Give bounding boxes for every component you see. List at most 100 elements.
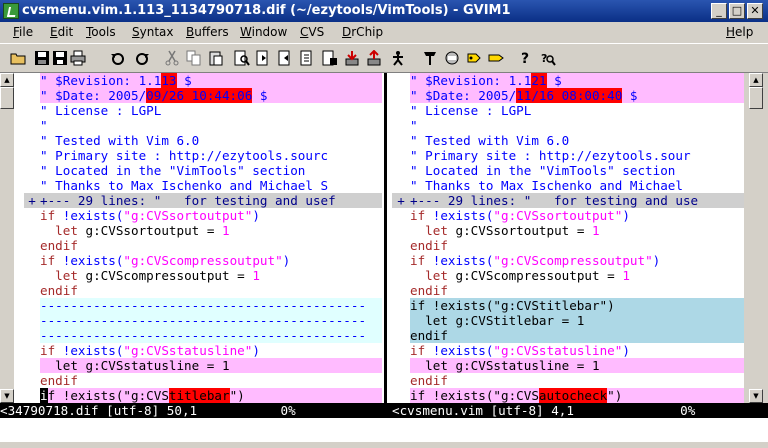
code-line[interactable]: " $Revision: 1.113 $ (40, 73, 382, 88)
fold-marker-left[interactable]: + (24, 193, 40, 208)
code-line[interactable]: if !exists("g:CVScompressoutput") (40, 253, 382, 268)
vertical-split-divider[interactable] (382, 73, 392, 403)
code-line[interactable]: endif (410, 373, 744, 388)
run-script-icon[interactable] (344, 50, 360, 66)
menu-cvs[interactable]: CVS (300, 25, 324, 39)
code-line[interactable]: ----------------------------------------… (40, 313, 382, 328)
shell-icon[interactable] (390, 50, 406, 66)
print-icon[interactable] (70, 50, 86, 66)
code-line[interactable]: " (410, 118, 744, 133)
code-line[interactable]: endif (40, 238, 382, 253)
menu-help[interactable]: Help (726, 25, 753, 39)
code-line[interactable]: " Tested with Vim 6.0 (410, 133, 744, 148)
code-line[interactable]: ----------------------------------------… (40, 328, 382, 343)
help-tag-icon[interactable] (444, 50, 460, 66)
save-all-icon[interactable] (52, 50, 68, 66)
cut-icon[interactable] (164, 50, 180, 66)
code-line[interactable]: if !exists("g:CVStitlebar") (410, 298, 744, 313)
code-token: if !exists("g:CVS (410, 388, 539, 403)
code-token: ) (252, 208, 260, 223)
code-line[interactable]: endif (410, 283, 744, 298)
copy-icon[interactable] (186, 50, 202, 66)
code-line[interactable]: " Located in the "VimTools" section (40, 163, 382, 178)
code-token: endif (410, 283, 448, 298)
menu-syntax[interactable]: Syntax (132, 25, 174, 39)
code-line[interactable]: " Tested with Vim 6.0 (40, 133, 382, 148)
code-line[interactable]: endif (40, 283, 382, 298)
code-line[interactable]: if !exists("g:CVStitlebar") (40, 388, 382, 403)
make-icon[interactable] (366, 50, 382, 66)
window-title-bar[interactable]: cvsmenu.vim.1.113_1134790718.dif (~/ezyt… (0, 0, 768, 22)
code-line[interactable]: let g:CVScompressoutput = 1 (410, 268, 744, 283)
code-line[interactable]: if !exists("g:CVSautocheck") (410, 388, 744, 403)
code-line[interactable]: let g:CVSstatusline = 1 (410, 358, 744, 373)
code-line[interactable]: endif (410, 328, 744, 343)
code-line[interactable]: " $Revision: 1.121 $ (410, 73, 744, 88)
save-icon[interactable] (34, 50, 50, 66)
code-line[interactable]: let g:CVStitlebar = 1 (410, 313, 744, 328)
code-line[interactable]: ----------------------------------------… (40, 298, 382, 313)
code-line[interactable]: " Thanks to Max Ischenko and Michael S (40, 178, 382, 193)
scroll-down-arrow-icon[interactable]: ▼ (0, 389, 14, 403)
scroll-down-arrow-icon[interactable]: ▼ (749, 389, 763, 403)
menu-edit[interactable]: Edit (50, 25, 73, 39)
scroll-up-arrow-icon[interactable]: ▲ (0, 73, 14, 87)
tag-label-icon[interactable] (488, 50, 504, 66)
code-line[interactable]: " $Date: 2005/11/16 08:00:40 $ (410, 88, 744, 103)
help-icon[interactable]: ? (518, 50, 534, 66)
code-line[interactable]: endif (410, 238, 744, 253)
open-icon[interactable] (10, 50, 26, 66)
find-help-icon[interactable] (466, 50, 482, 66)
code-line[interactable]: " Located in the "VimTools" section (410, 163, 744, 178)
code-line[interactable]: endif (40, 373, 382, 388)
command-line[interactable] (0, 418, 768, 442)
menu-buffers[interactable]: Buffers (186, 25, 229, 39)
code-line[interactable]: " License : LGPL (40, 103, 382, 118)
right-diff-pane[interactable]: " $Revision: 1.121 $ " $Date: 2005/11/16 … (410, 73, 744, 403)
code-line[interactable]: let g:CVScompressoutput = 1 (40, 268, 382, 283)
menu-drchip[interactable]: DrChip (342, 25, 383, 39)
code-token: " Tested with Vim 6.0 (40, 133, 200, 148)
find-next-icon[interactable] (256, 50, 272, 66)
code-token: ----------------------------------------… (40, 298, 367, 313)
left-scrollbar[interactable]: ▲ ▼ (0, 73, 14, 403)
code-line[interactable]: if !exists("g:CVSsortoutput") (410, 208, 744, 223)
find-prev-icon[interactable] (278, 50, 294, 66)
scroll-thumb[interactable] (0, 87, 14, 109)
code-line[interactable]: " License : LGPL (410, 103, 744, 118)
find-icon[interactable] (234, 50, 250, 66)
tags-icon[interactable] (422, 50, 438, 66)
code-line[interactable]: if !exists("g:CVSstatusline") (40, 343, 382, 358)
code-line[interactable]: if !exists("g:CVSstatusline") (410, 343, 744, 358)
code-line[interactable]: let g:CVSsortoutput = 1 (410, 223, 744, 238)
code-line[interactable]: if !exists("g:CVSsortoutput") (40, 208, 382, 223)
fold-marker-right[interactable]: + (392, 193, 410, 208)
close-button[interactable]: ✕ (747, 3, 763, 19)
code-line[interactable]: let g:CVSsortoutput = 1 (40, 223, 382, 238)
menu-window[interactable]: Window (240, 25, 287, 39)
code-line[interactable]: " (40, 118, 382, 133)
search-help-icon[interactable]: ? (540, 50, 556, 66)
maximize-button[interactable]: □ (729, 3, 745, 19)
code-line[interactable]: " Primary site : http://ezytools.sour (410, 148, 744, 163)
redo-icon[interactable] (134, 50, 150, 66)
code-line[interactable]: " $Date: 2005/09/26 10:44:06 $ (40, 88, 382, 103)
code-line[interactable]: let g:CVSstatusline = 1 (40, 358, 382, 373)
left-diff-pane[interactable]: " $Revision: 1.113 $ " $Date: 2005/09/26 … (40, 73, 382, 403)
undo-icon[interactable] (110, 50, 126, 66)
menu-tools[interactable]: Tools (86, 25, 116, 39)
right-scrollbar[interactable]: ▲ ▼ (744, 73, 768, 403)
load-session-icon[interactable] (300, 50, 316, 66)
menu-file[interactable]: File (13, 25, 33, 39)
code-line[interactable]: +--- 29 lines: " for testing and usef (40, 193, 382, 208)
scroll-thumb[interactable] (749, 87, 763, 109)
scroll-up-arrow-icon[interactable]: ▲ (749, 73, 763, 87)
code-line[interactable]: +--- 29 lines: " for testing and use (410, 193, 744, 208)
code-token: if (40, 253, 63, 268)
save-session-icon[interactable] (322, 50, 338, 66)
minimize-button[interactable]: _ (711, 3, 727, 19)
paste-icon[interactable] (208, 50, 224, 66)
code-line[interactable]: " Primary site : http://ezytools.sourc (40, 148, 382, 163)
code-line[interactable]: if !exists("g:CVScompressoutput") (410, 253, 744, 268)
code-line[interactable]: " Thanks to Max Ischenko and Michael (410, 178, 744, 193)
